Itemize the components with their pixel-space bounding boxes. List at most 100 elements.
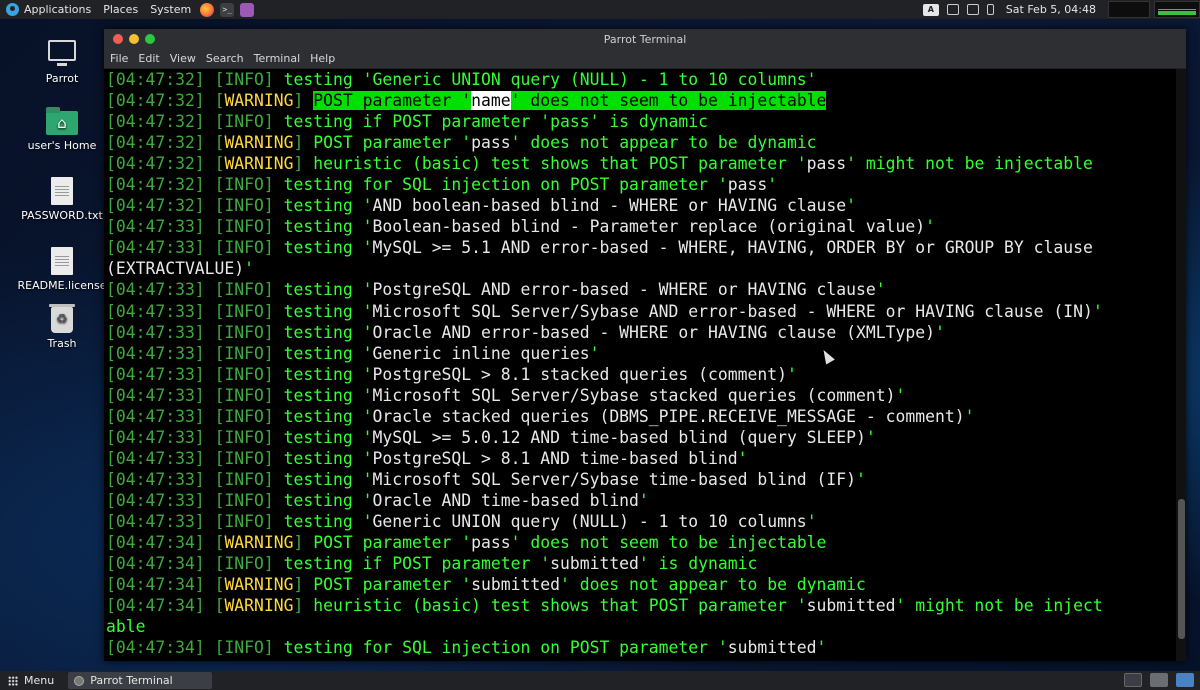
terminal-line: [04:47:34] [INFO] testing if POST parame… — [106, 553, 1176, 574]
workspace-1-icon[interactable] — [1150, 673, 1168, 687]
log-message: PostgreSQL > 8.1 stacked queries (commen… — [372, 364, 787, 384]
log-message: POST parameter ' — [313, 133, 472, 153]
log-timestamp: [04:47:33] — [106, 469, 215, 489]
log-message: ' — [895, 385, 906, 405]
desktop-icon-trash[interactable]: Trash — [17, 304, 107, 350]
terminal-line: [04:47:32] [WARNING] POST parameter 'nam… — [106, 90, 1176, 111]
taskbar-item-label: Parrot Terminal — [90, 674, 173, 687]
log-message: ' — [638, 490, 649, 510]
log-message: Microsoft SQL Server/Sybase stacked quer… — [372, 385, 896, 405]
window-titlebar[interactable]: Parrot Terminal — [104, 29, 1186, 49]
parrot-logo-icon — [6, 3, 19, 16]
keyboard-layout-icon[interactable]: A — [922, 3, 939, 16]
log-message: PostgreSQL AND error-based - WHERE or HA… — [372, 280, 876, 300]
log-timestamp: [04:47:34] — [106, 533, 215, 553]
desktop-icon-label: Parrot — [45, 72, 79, 85]
menu-label: Menu — [24, 674, 55, 687]
terminal-line: (EXTRACTVALUE)' — [106, 258, 1176, 279]
main-menu-button[interactable]: Menu — [0, 671, 62, 690]
log-message: testing if POST parameter 'pass' is dyna… — [283, 112, 708, 132]
log-message: (EXTRACTVALUE) — [106, 259, 245, 279]
applications-menu[interactable]: Applications — [0, 0, 97, 19]
log-message: ' might not be injectable — [846, 154, 1093, 174]
menu-terminal[interactable]: Terminal — [250, 52, 305, 65]
desktop-icon-parrot[interactable]: Parrot — [17, 40, 107, 85]
log-message: Oracle AND error-based - WHERE or HAVING… — [372, 322, 935, 342]
terminal-scrollbar[interactable] — [1176, 69, 1186, 661]
log-message: Microsoft SQL Server/Sybase AND error-ba… — [372, 301, 1093, 321]
notes-icon[interactable] — [240, 2, 255, 17]
battery-icon[interactable] — [986, 4, 994, 15]
network-icon[interactable] — [946, 4, 959, 15]
minimize-button[interactable] — [129, 34, 139, 44]
terminal-app-icon — [74, 675, 85, 686]
log-message: heuristic (basic) test shows that POST p… — [313, 154, 807, 174]
log-message: testing ' — [283, 406, 373, 426]
log-timestamp: [04:47:34] — [106, 638, 215, 658]
menu-edit[interactable]: Edit — [134, 52, 163, 65]
log-message: submitted — [471, 575, 560, 595]
log-level: [INFO] — [214, 638, 284, 658]
terminal-icon[interactable]: >_ — [220, 2, 235, 17]
log-timestamp: [04:47:32] — [106, 70, 215, 89]
terminal-line: [04:47:33] [INFO] testing 'Oracle AND ti… — [106, 490, 1176, 511]
log-message: testing ' — [283, 196, 373, 216]
display-icon[interactable] — [966, 4, 979, 15]
log-message: ' might not be inject — [895, 596, 1103, 616]
log-level: [INFO] — [214, 238, 284, 258]
terminal-output[interactable]: [04:47:32] [INFO] testing 'Generic UNION… — [104, 69, 1176, 661]
log-timestamp: [04:47:33] — [106, 238, 215, 258]
menu-file[interactable]: File — [106, 52, 132, 65]
workspace-2-icon[interactable] — [1176, 673, 1194, 687]
close-button[interactable] — [113, 34, 123, 44]
log-level: [INFO] — [214, 322, 284, 342]
desktop-icon-password-txt[interactable]: PASSWORD.txt — [17, 177, 107, 222]
log-message: name — [471, 91, 511, 111]
log-level: [INFO] — [214, 406, 284, 426]
log-timestamp: [04:47:34] — [106, 596, 215, 616]
log-message: Microsoft SQL Server/Sybase time-based b… — [372, 469, 857, 489]
log-level: [INFO] — [214, 217, 284, 237]
log-message: ' does not seem to be injectable — [510, 91, 827, 111]
log-timestamp: [04:47:33] — [106, 490, 215, 510]
terminal-line: [04:47:33] [INFO] testing 'Generic inlin… — [106, 343, 1176, 364]
system-menu[interactable]: System — [144, 0, 197, 19]
scrollbar-thumb[interactable] — [1178, 499, 1185, 639]
taskbar-item-parrot-terminal[interactable]: Parrot Terminal — [68, 672, 213, 689]
log-timestamp: [04:47:32] — [106, 91, 215, 111]
log-message: ' — [806, 511, 817, 531]
log-message: pass — [471, 133, 511, 153]
desktop-icon-readme-license[interactable]: README.license — [17, 247, 107, 292]
log-level: [INFO] — [214, 490, 284, 510]
log-level: [WARNING] — [214, 596, 314, 616]
log-level: [INFO] — [214, 511, 284, 531]
terminal-line: [04:47:33] [INFO] testing 'PostgreSQL > … — [106, 364, 1176, 385]
log-message: Generic UNION query (NULL) - 1 to 10 col… — [372, 511, 807, 531]
log-message: ' — [1092, 301, 1103, 321]
desktop-icon-home[interactable]: user's Home — [17, 107, 107, 152]
monitor-icon — [48, 40, 76, 66]
log-message: submitted — [806, 596, 896, 616]
log-timestamp: [04:47:34] — [106, 554, 215, 574]
log-timestamp: [04:47:33] — [106, 280, 215, 300]
clock[interactable]: Sat Feb 5, 04:48 — [998, 3, 1104, 16]
log-message: ' does not appear to be dynamic — [559, 575, 866, 595]
log-timestamp: [04:47:33] — [106, 322, 215, 342]
log-timestamp: [04:47:32] — [106, 133, 215, 153]
log-message: testing ' — [283, 217, 373, 237]
terminal-line: [04:47:32] [INFO] testing if POST parame… — [106, 111, 1176, 132]
cpu-graph-icon — [1108, 1, 1150, 18]
menu-help[interactable]: Help — [306, 52, 339, 65]
log-message: ' — [925, 217, 935, 237]
firefox-icon[interactable] — [200, 2, 215, 17]
terminal-window[interactable]: Parrot Terminal File Edit View Search Te… — [104, 29, 1186, 661]
menu-search[interactable]: Search — [202, 52, 248, 65]
places-menu[interactable]: Places — [97, 0, 144, 19]
log-timestamp: [04:47:33] — [106, 364, 215, 384]
menu-view[interactable]: View — [166, 52, 200, 65]
keyboard-icon[interactable] — [1124, 673, 1142, 687]
log-message: testing 'Generic UNION query (NULL) - 1 … — [283, 70, 817, 89]
maximize-button[interactable] — [145, 34, 155, 44]
terminal-line: [04:47:33] [INFO] testing 'PostgreSQL AN… — [106, 279, 1176, 300]
grid-menu-icon — [8, 675, 18, 686]
